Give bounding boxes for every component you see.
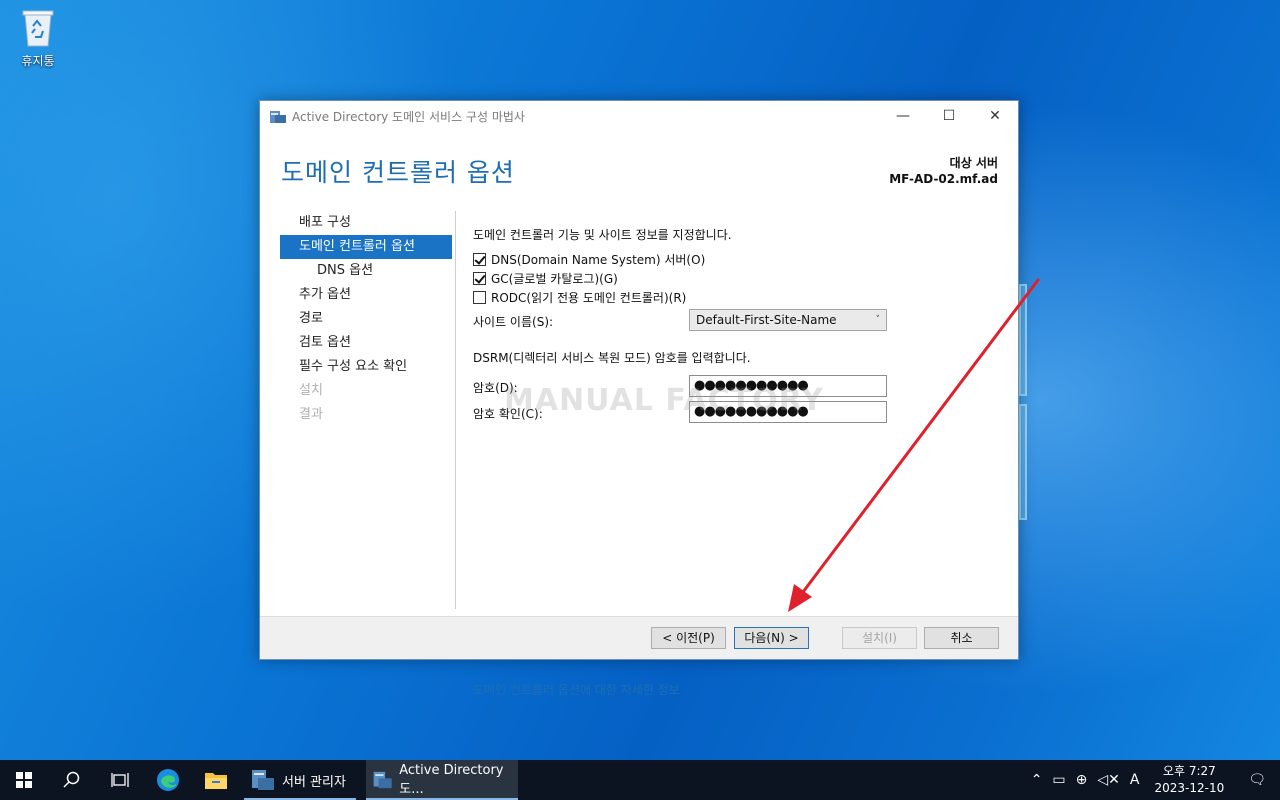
search-icon bbox=[63, 771, 80, 788]
file-explorer-button[interactable] bbox=[192, 760, 240, 800]
watermark: MANUAL FACTORY bbox=[504, 383, 824, 418]
target-server-label: 대상 서버 bbox=[949, 156, 998, 170]
taskbar-app-label: Active Directory 도... bbox=[399, 763, 504, 797]
previous-button[interactable]: < 이전(P) bbox=[651, 627, 726, 649]
taskbar: 서버 관리자 Active Directory 도... ⌃ ▭ ⊕ ◁✕ A … bbox=[0, 760, 1280, 800]
target-server-name: MF-AD-02.mf.ad bbox=[889, 172, 998, 186]
globe-network-icon[interactable]: ⊕ bbox=[1071, 772, 1093, 788]
dsrm-intro-text: DSRM(디렉터리 서비스 복원 모드) 암호를 입력합니다. bbox=[473, 351, 751, 365]
window-title: Active Directory 도메인 서비스 구성 마법사 bbox=[292, 109, 525, 124]
server-manager-icon bbox=[252, 770, 274, 790]
taskbar-app-label: 서버 관리자 bbox=[282, 774, 346, 790]
cancel-button[interactable]: 취소 bbox=[924, 627, 999, 649]
taskbar-app-ad-wizard[interactable]: Active Directory 도... bbox=[365, 760, 518, 800]
rodc-option[interactable]: RODC(읽기 전용 도메인 컨트롤러)(R) bbox=[473, 289, 686, 306]
target-server-info: 대상 서버 MF-AD-02.mf.ad bbox=[889, 155, 998, 187]
global-catalog-option[interactable]: GC(글로벌 카탈로그)(G) bbox=[473, 270, 618, 287]
more-info-link[interactable]: 도메인 컨트롤러 옵션에 대한 자세한 정보 bbox=[473, 681, 680, 698]
windows-logo-pane-bottom bbox=[1019, 404, 1027, 520]
chevron-up-icon[interactable]: ⌃ bbox=[1026, 772, 1048, 788]
nav-step-dns-options[interactable]: DNS 옵션 bbox=[280, 259, 452, 283]
wizard-step-nav: 배포 구성 도메인 컨트롤러 옵션 DNS 옵션 추가 옵션 경로 검토 옵션 … bbox=[280, 211, 452, 427]
nav-step-review-options[interactable]: 검토 옵션 bbox=[280, 331, 452, 355]
install-button: 설치(I) bbox=[842, 627, 917, 649]
search-button[interactable] bbox=[48, 760, 96, 800]
site-name-label: 사이트 이름(S): bbox=[473, 315, 554, 329]
start-button[interactable] bbox=[0, 760, 48, 800]
clock[interactable]: 오후 7:27 2023-12-10 bbox=[1144, 763, 1234, 797]
windows-logo-pane-top bbox=[1019, 284, 1027, 396]
nav-step-installation: 설치 bbox=[299, 383, 323, 398]
dns-server-checkbox[interactable] bbox=[473, 253, 486, 266]
nav-step-deployment-config[interactable]: 배포 구성 bbox=[280, 211, 452, 235]
folder-icon bbox=[205, 773, 227, 789]
rodc-label: RODC(읽기 전용 도메인 컨트롤러)(R) bbox=[491, 291, 687, 305]
edge-browser-button[interactable] bbox=[144, 760, 192, 800]
nav-step-prerequisites-check[interactable]: 필수 구성 요소 확인 bbox=[280, 355, 452, 379]
clock-time: 오후 7:27 bbox=[1162, 764, 1216, 778]
page-title: 도메인 컨트롤러 옵션 bbox=[281, 158, 515, 187]
volume-muted-icon[interactable]: ◁✕ bbox=[1092, 772, 1125, 788]
dns-server-label: DNS(Domain Name System) 서버(O) bbox=[491, 253, 706, 267]
clock-date: 2023-12-10 bbox=[1154, 781, 1225, 795]
intro-text: 도메인 컨트롤러 기능 및 사이트 정보를 지정합니다. bbox=[473, 228, 732, 242]
server-manager-icon bbox=[373, 771, 392, 789]
nav-step-additional-options[interactable]: 추가 옵션 bbox=[280, 283, 452, 307]
site-name-dropdown[interactable]: Default-First-Site-Name ˅ bbox=[689, 309, 887, 331]
notification-icon[interactable]: 🗨 bbox=[1234, 772, 1280, 788]
dns-server-option[interactable]: DNS(Domain Name System) 서버(O) bbox=[473, 251, 705, 268]
chevron-down-icon: ˅ bbox=[875, 315, 881, 325]
close-button[interactable]: ✕ bbox=[972, 101, 1018, 131]
minimize-button[interactable]: — bbox=[880, 101, 926, 131]
global-catalog-checkbox[interactable] bbox=[473, 272, 486, 285]
recycle-bin-icon bbox=[20, 6, 56, 48]
windows-start-icon bbox=[16, 772, 32, 788]
recycle-bin[interactable]: 휴지통 bbox=[10, 6, 66, 69]
maximize-button[interactable]: ☐ bbox=[926, 101, 972, 131]
task-view-icon bbox=[111, 773, 129, 787]
global-catalog-label: GC(글로벌 카탈로그)(G) bbox=[491, 272, 618, 286]
battery-icon[interactable]: ▭ bbox=[1047, 772, 1070, 788]
ime-indicator[interactable]: A bbox=[1125, 772, 1145, 788]
rodc-checkbox[interactable] bbox=[473, 291, 486, 304]
nav-step-paths[interactable]: 경로 bbox=[280, 307, 452, 331]
title-bar[interactable]: Active Directory 도메인 서비스 구성 마법사 — ☐ ✕ bbox=[260, 101, 1018, 131]
ad-ds-config-wizard-window: Active Directory 도메인 서비스 구성 마법사 — ☐ ✕ 도메… bbox=[259, 100, 1019, 697]
nav-divider bbox=[455, 211, 456, 609]
edge-icon bbox=[157, 769, 179, 791]
site-name-value: Default-First-Site-Name bbox=[696, 313, 837, 327]
nav-step-results: 결과 bbox=[299, 407, 323, 422]
system-tray: ⌃ ▭ ⊕ ◁✕ A 오후 7:27 2023-12-10 🗨 bbox=[1026, 760, 1280, 800]
nav-step-dc-options[interactable]: 도메인 컨트롤러 옵션 bbox=[280, 235, 452, 259]
next-button[interactable]: 다음(N) > bbox=[734, 627, 809, 649]
taskbar-app-server-manager[interactable]: 서버 관리자 bbox=[244, 760, 356, 800]
task-view-button[interactable] bbox=[96, 760, 144, 800]
recycle-bin-label: 휴지통 bbox=[21, 54, 55, 68]
server-manager-icon bbox=[270, 111, 286, 123]
wizard-footer: < 이전(P) 다음(N) > 설치(I) 취소 bbox=[260, 616, 1018, 659]
